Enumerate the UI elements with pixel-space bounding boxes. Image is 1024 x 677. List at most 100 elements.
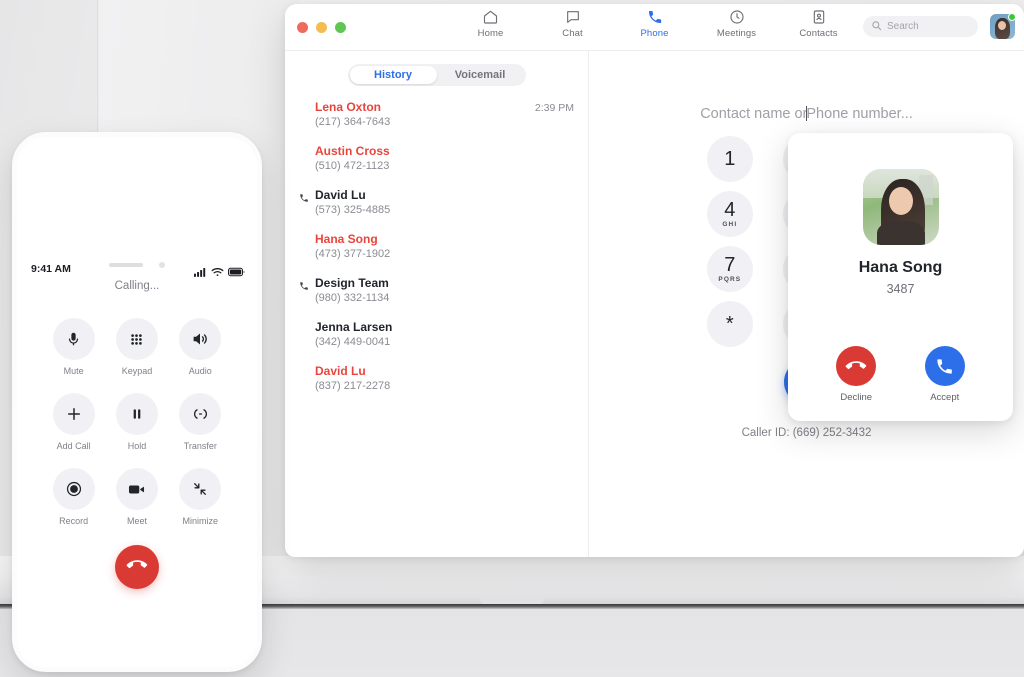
phone-status-icons bbox=[194, 264, 245, 282]
tab-voicemail-label: Voicemail bbox=[454, 69, 506, 81]
nav-label-contacts: Contacts bbox=[799, 28, 838, 39]
microphone-icon bbox=[52, 318, 95, 360]
phone-app-window: Home Chat Phone Meetings Contacts Search… bbox=[285, 4, 1024, 557]
incoming-call-actions: Decline Accept bbox=[788, 346, 1013, 403]
battery-icon bbox=[228, 264, 245, 282]
decline-call-button[interactable]: Decline bbox=[836, 346, 877, 403]
incoming-call-dialog: Hana Song 3487 Decline Accept bbox=[788, 133, 1013, 421]
phone-control-keypad[interactable]: Keypad bbox=[115, 318, 158, 376]
phone-control-mute[interactable]: Mute bbox=[52, 318, 95, 376]
call-history-row[interactable]: David Lu (573) 325-4885 bbox=[293, 188, 588, 216]
phone-control-label: Meet bbox=[126, 516, 147, 526]
phone-control-add-call[interactable]: Add Call bbox=[52, 393, 95, 451]
call-timestamp: 2:39 PM bbox=[534, 102, 574, 114]
phone-control-meet[interactable]: Meet bbox=[115, 468, 158, 526]
dial-placeholder-before: Contact name or bbox=[700, 106, 808, 122]
call-phone-number: (573) 325-4885 bbox=[315, 204, 391, 216]
call-history-row[interactable]: Lena Oxton (217) 364-7643 2:39 PM bbox=[293, 100, 588, 128]
call-contact-name: Jenna Larsen bbox=[315, 320, 393, 334]
search-input[interactable]: Search bbox=[863, 16, 978, 37]
photo-body bbox=[876, 221, 925, 245]
call-history-sidebar: History Voicemail Lena Oxton (217) 364-76… bbox=[285, 51, 588, 557]
plus-icon bbox=[52, 393, 95, 435]
nav-item-meetings[interactable]: Meetings bbox=[711, 8, 763, 39]
signal-icon bbox=[194, 264, 207, 282]
dial-input[interactable]: Contact name orPhone number... bbox=[589, 106, 1024, 122]
call-contact-name: David Lu bbox=[315, 188, 366, 202]
chat-icon bbox=[565, 8, 581, 25]
keypad-icon bbox=[115, 318, 158, 360]
call-history-row[interactable]: Austin Cross (510) 472-1123 bbox=[293, 144, 588, 172]
outgoing-call-icon bbox=[299, 190, 309, 208]
dialpad-key-digit: 1 bbox=[724, 148, 736, 170]
tab-history-label: History bbox=[374, 69, 412, 81]
phone-status-time: 9:41 AM bbox=[31, 263, 71, 275]
call-contact-name: David Lu bbox=[315, 364, 366, 378]
caller-id-label: Caller ID: (669) 252-3432 bbox=[741, 427, 872, 439]
clock-icon bbox=[729, 8, 745, 25]
call-phone-number: (217) 364-7643 bbox=[315, 116, 391, 128]
call-history-row[interactable]: David Lu (837) 217-2278 bbox=[293, 364, 588, 392]
nav-item-chat[interactable]: Chat bbox=[547, 8, 599, 39]
phone-control-label: Record bbox=[59, 516, 89, 526]
dialpad-key-4[interactable]: 4 GHI bbox=[706, 191, 753, 237]
call-history-list: Lena Oxton (217) 364-7643 2:39 PM Austin Cr… bbox=[285, 100, 588, 392]
record-icon bbox=[52, 468, 95, 510]
decline-label: Decline bbox=[840, 392, 873, 403]
phone-control-label: Keypad bbox=[121, 366, 153, 376]
nav-label-phone: Phone bbox=[640, 28, 669, 39]
accept-label: Accept bbox=[930, 392, 960, 403]
call-history-row[interactable]: Jenna Larsen (342) 449-0041 bbox=[293, 320, 588, 348]
phone-control-transfer[interactable]: Transfer bbox=[179, 393, 222, 451]
phone-camera bbox=[159, 262, 165, 268]
end-call-icon bbox=[126, 555, 148, 580]
tab-history[interactable]: History bbox=[349, 66, 437, 84]
dialpad-key-letters: PQRS bbox=[718, 276, 742, 283]
window-titlebar: Home Chat Phone Meetings Contacts Search bbox=[285, 4, 1024, 51]
history-voicemail-tabs: History Voicemail bbox=[347, 64, 526, 86]
speaker-icon bbox=[179, 318, 222, 360]
call-history-row[interactable]: Hana Song (473) 377-1902 bbox=[293, 232, 588, 260]
phone-notch bbox=[81, 254, 193, 276]
phone-control-record[interactable]: Record bbox=[52, 468, 95, 526]
nav-item-home[interactable]: Home bbox=[465, 8, 517, 39]
phone-control-label: Transfer bbox=[183, 441, 217, 451]
call-phone-number: (342) 449-0041 bbox=[315, 336, 391, 348]
phone-control-audio[interactable]: Audio bbox=[179, 318, 222, 376]
user-avatar-button[interactable] bbox=[990, 13, 1016, 39]
call-phone-number: (837) 217-2278 bbox=[315, 380, 391, 392]
photo-face bbox=[888, 187, 913, 215]
accept-call-button[interactable]: Accept bbox=[924, 346, 965, 403]
nav-label-chat: Chat bbox=[562, 28, 583, 39]
phone-control-label: Minimize bbox=[182, 516, 219, 526]
phone-control-hold[interactable]: Hold bbox=[115, 393, 158, 451]
nav-item-contacts[interactable]: Contacts bbox=[793, 8, 845, 39]
search-icon bbox=[871, 18, 882, 36]
dialpad-key-1[interactable]: 1 bbox=[706, 136, 753, 182]
online-status-badge bbox=[1008, 13, 1016, 21]
incoming-caller-extension: 3487 bbox=[886, 282, 915, 296]
pause-icon bbox=[115, 393, 158, 435]
video-icon bbox=[115, 468, 158, 510]
call-contact-name: Hana Song bbox=[315, 232, 378, 246]
home-icon bbox=[482, 8, 499, 25]
decline-icon-circle bbox=[836, 346, 877, 386]
phone-control-minimize[interactable]: Minimize bbox=[179, 468, 222, 526]
dial-placeholder-after: Phone number... bbox=[806, 106, 913, 122]
nav-label-home: Home bbox=[477, 28, 504, 39]
tab-voicemail[interactable]: Voicemail bbox=[437, 66, 524, 84]
contacts-icon bbox=[811, 8, 827, 25]
dialpad-key-star[interactable]: * bbox=[706, 301, 753, 347]
caller-photo bbox=[862, 169, 939, 245]
phone-end-call-button[interactable] bbox=[115, 545, 159, 589]
phone-icon bbox=[647, 8, 663, 25]
transfer-icon bbox=[179, 393, 222, 435]
call-history-row[interactable]: Design Team (980) 332-1134 bbox=[293, 276, 588, 304]
dialpad-key-7[interactable]: 7 PQRS bbox=[706, 246, 753, 292]
phone-screen: 9:41 AM Hana Song Calling... MuteKeypadA… bbox=[17, 254, 257, 667]
incoming-caller-name: Hana Song bbox=[858, 259, 943, 276]
phone-control-label: Audio bbox=[188, 366, 212, 376]
phone-speaker bbox=[109, 263, 143, 267]
call-contact-name: Austin Cross bbox=[315, 144, 390, 158]
nav-item-phone[interactable]: Phone bbox=[629, 8, 681, 39]
